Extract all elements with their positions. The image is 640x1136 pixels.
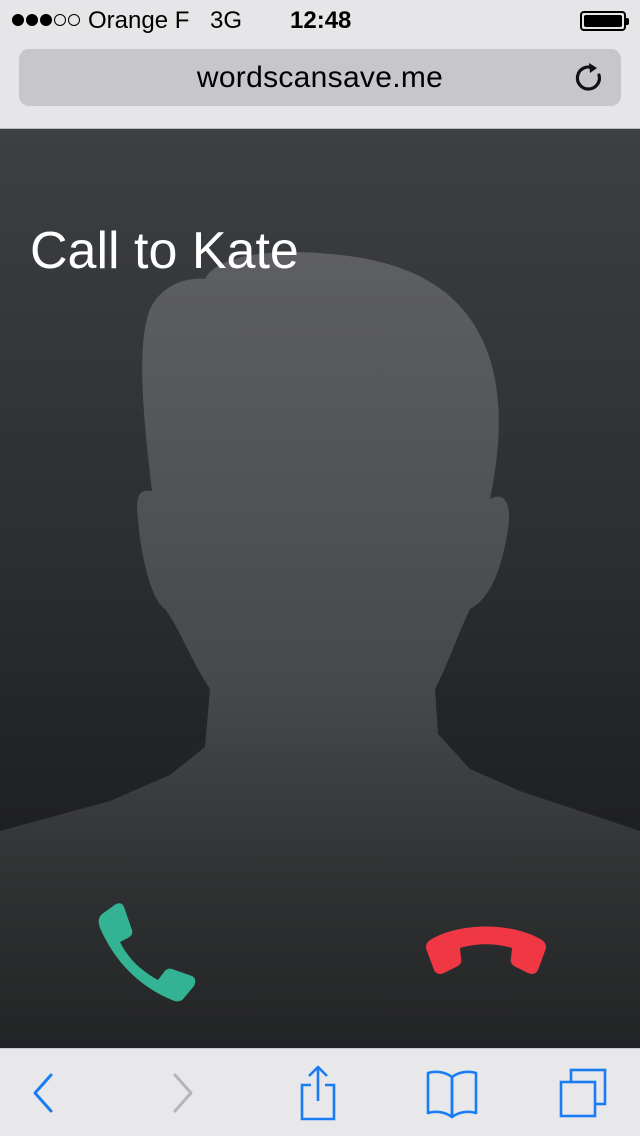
phone-decline-icon <box>426 926 546 974</box>
status-bar: Orange F 3G 12:48 <box>0 0 640 40</box>
back-button[interactable] <box>14 1049 74 1136</box>
bookmarks-icon <box>426 1070 478 1119</box>
signal-strength-icon <box>12 14 80 26</box>
back-icon <box>33 1073 53 1113</box>
reload-icon[interactable] <box>573 61 607 95</box>
call-screen: Call to Kate <box>0 128 640 1048</box>
browser-toolbar <box>0 1048 640 1136</box>
forward-icon <box>173 1073 193 1113</box>
address-bar[interactable]: wordscansave.me <box>19 49 621 106</box>
share-icon <box>300 1065 336 1121</box>
network-type: 3G <box>210 7 243 34</box>
phone-accept-icon <box>98 903 196 1002</box>
url-text[interactable]: wordscansave.me <box>19 61 621 95</box>
call-title: Call to Kate <box>30 222 299 280</box>
battery-full-icon <box>580 11 629 31</box>
share-button[interactable] <box>288 1049 348 1136</box>
tabs-icon <box>559 1068 607 1118</box>
decline-call-button[interactable] <box>420 914 552 984</box>
forward-button[interactable] <box>152 1049 212 1136</box>
status-time: 12:48 <box>290 7 352 34</box>
carrier-name: Orange F <box>88 7 190 34</box>
tabs-button[interactable] <box>552 1049 616 1136</box>
accept-call-button[interactable] <box>88 894 208 1009</box>
bookmarks-button[interactable] <box>420 1049 484 1136</box>
